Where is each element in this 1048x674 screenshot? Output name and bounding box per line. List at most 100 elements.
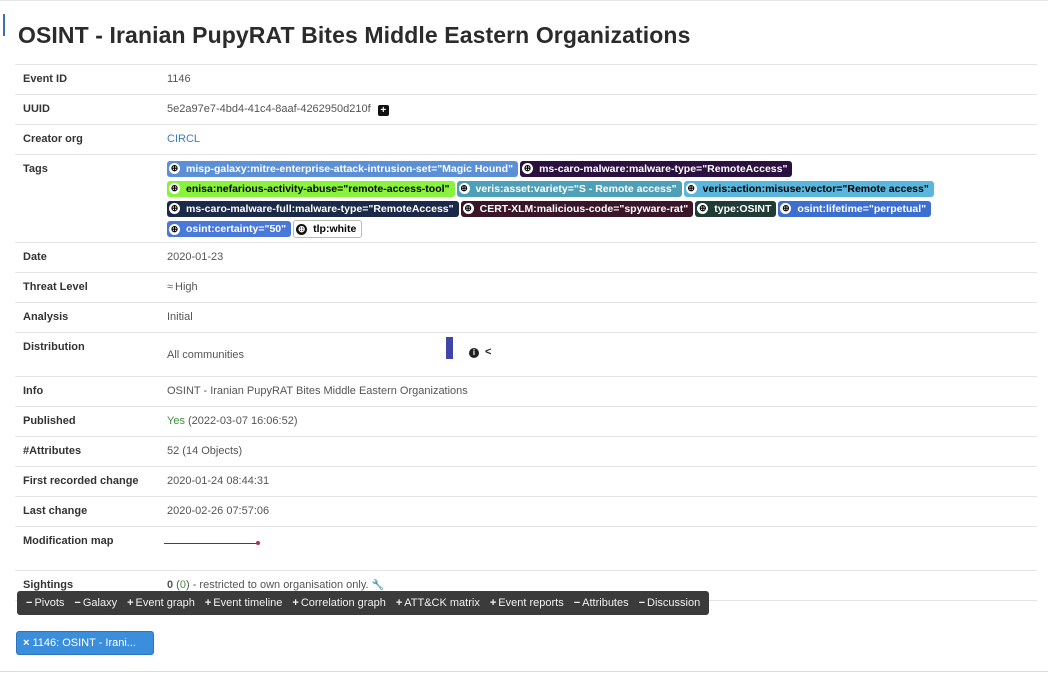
info-circle-icon[interactable]: i xyxy=(469,348,479,358)
first-change-label: First recorded change xyxy=(15,466,152,497)
modification-map-label: Modification map xyxy=(15,526,152,571)
creator-org-link[interactable]: CIRCL xyxy=(167,133,200,145)
globe-icon: ⊕ xyxy=(780,203,792,215)
plus-icon: + xyxy=(127,597,134,609)
distribution-cell: All communities i < xyxy=(152,332,1037,377)
tag-pill[interactable]: ⊕ ms-caro-malware-full:malware-type="Remo… xyxy=(167,200,459,217)
close-icon[interactable]: × xyxy=(23,637,29,649)
published-label: Published xyxy=(15,406,152,437)
tag-label: type:OSINT xyxy=(714,202,772,215)
row-creator-org: Creator org CIRCL xyxy=(15,124,1037,155)
info-value: OSINT - Iranian PupyRAT Bites Middle Eas… xyxy=(152,376,1037,407)
toolbar-button-label: Galaxy xyxy=(82,597,118,609)
toolbar-button-label: Attributes xyxy=(582,597,629,609)
toolbar-button-label: Event graph xyxy=(135,597,195,609)
top-divider xyxy=(0,0,1048,1)
tag-pill[interactable]: ⊕ veris:action:misuse:vector="Remote acce… xyxy=(683,180,934,197)
modification-map-point xyxy=(256,541,260,545)
tag-label: CERT-XLM:malicious-code="spyware-rat" xyxy=(479,202,689,215)
toolbar-button[interactable]: + Event timeline xyxy=(200,597,288,609)
published-cell: Yes (2022-03-07 16:06:52) xyxy=(152,406,1037,437)
toolbar-button[interactable]: + Correlation graph xyxy=(287,597,390,609)
toolbar-button[interactable]: − Attributes xyxy=(569,597,634,609)
event-tab-chip[interactable]: × 1146: OSINT - Irani... xyxy=(16,631,154,655)
toolbar-button[interactable]: + ATT&CK matrix xyxy=(391,597,485,609)
tag-label: misp-galaxy:mitre-enterprise-attack-intr… xyxy=(186,162,514,175)
toolbar-button-label: Pivots xyxy=(34,597,65,609)
toolbar-button[interactable]: + Event graph xyxy=(122,597,200,609)
row-published: Published Yes (2022-03-07 16:06:52) xyxy=(15,406,1037,437)
event-id-value: 1146 xyxy=(152,64,1037,95)
globe-icon: ⊕ xyxy=(697,203,709,215)
analysis-value: Initial xyxy=(152,302,1037,333)
toolbar-button[interactable]: − Galaxy xyxy=(69,597,122,609)
uuid-cell: 5e2a97e7-4bd4-41c4-8aaf-4262950d210f + xyxy=(152,94,1037,125)
date-label: Date xyxy=(15,242,152,273)
last-change-label: Last change xyxy=(15,496,152,527)
tag-pill[interactable]: ⊕ ms-caro-malware:malware-type="RemoteAcc… xyxy=(520,160,793,177)
distribution-graph-bar[interactable] xyxy=(446,337,453,359)
tag-pill[interactable]: ⊕ CERT-XLM:malicious-code="spyware-rat" xyxy=(460,200,694,217)
tag-pill[interactable]: ⊕ veris:asset:variety="S - Remote access" xyxy=(456,180,682,197)
published-value: Yes xyxy=(167,415,185,427)
row-analysis: Analysis Initial xyxy=(15,302,1037,333)
distribution-label: Distribution xyxy=(15,332,152,377)
plus-square-icon[interactable]: + xyxy=(377,105,389,116)
wrench-icon[interactable]: 🔧 xyxy=(372,580,384,591)
attributes-label: #Attributes xyxy=(15,436,152,467)
globe-icon: ⊕ xyxy=(169,183,180,195)
tag-list: ⊕ misp-galaxy:mitre-enterprise-attack-int… xyxy=(167,158,1037,241)
info-label: Info xyxy=(15,376,152,407)
plus-icon: + xyxy=(204,597,212,609)
modification-map-cell xyxy=(152,526,1037,571)
tag-pill[interactable]: ⊕ type:OSINT xyxy=(695,200,777,217)
tag-pill[interactable]: ⊕ misp-galaxy:mitre-enterprise-attack-int… xyxy=(167,160,519,177)
threat-level-value: High xyxy=(175,281,198,293)
globe-icon: ⊕ xyxy=(462,203,474,215)
tags-label: Tags xyxy=(15,154,152,243)
last-change-value: 2020-02-26 07:57:06 xyxy=(152,496,1037,527)
row-attributes: #Attributes 52 (14 Objects) xyxy=(15,436,1037,467)
threat-level-cell: ≈ High xyxy=(152,272,1037,303)
toolbar-button[interactable]: + Event reports xyxy=(485,597,569,609)
row-info: Info OSINT - Iranian PupyRAT Bites Middl… xyxy=(15,376,1037,407)
tag-pill[interactable]: ⊕ osint:certainty="50" xyxy=(167,221,292,237)
minus-icon: − xyxy=(573,597,581,609)
threat-level-label: Threat Level xyxy=(15,272,152,303)
distribution-wrap: All communities i < xyxy=(167,336,1037,366)
tag-pill[interactable]: ⊕ osint:lifetime="perpetual" xyxy=(778,200,932,217)
row-date: Date 2020-01-23 xyxy=(15,242,1037,273)
share-icon[interactable]: < xyxy=(485,346,491,358)
modification-map-line xyxy=(164,543,257,544)
tag-label: ms-caro-malware-full:malware-type="Remot… xyxy=(186,202,454,215)
tag-label: tlp:white xyxy=(313,223,357,235)
creator-org-cell: CIRCL xyxy=(152,124,1037,155)
modification-map-chart xyxy=(152,527,1037,557)
distribution-value: All communities xyxy=(167,349,245,361)
event-toolbar: − Pivots − Galaxy + Event graph + Event timelin… xyxy=(17,591,710,615)
bottom-divider xyxy=(0,671,1048,672)
row-threat-level: Threat Level ≈ High xyxy=(15,272,1037,303)
globe-icon: ⊕ xyxy=(685,183,697,195)
tag-label: ms-caro-malware:malware-type="RemoteAcce… xyxy=(539,162,788,175)
event-details-table: Event ID 1146 UUID 5e2a97e7-4bd4-41c4-8a… xyxy=(15,64,1037,601)
globe-icon: ⊕ xyxy=(458,183,470,195)
attributes-value: 52 (14 Objects) xyxy=(152,436,1037,467)
tag-pill[interactable]: ⊕ enisa:nefarious-activity-abuse="remote-… xyxy=(167,180,455,197)
analysis-label: Analysis xyxy=(15,302,152,333)
published-timestamp: (2022-03-07 16:06:52) xyxy=(188,415,298,427)
date-value: 2020-01-23 xyxy=(152,242,1037,273)
plus-icon: + xyxy=(292,597,299,609)
uuid-value: 5e2a97e7-4bd4-41c4-8aaf-4262950d210f xyxy=(167,103,371,115)
page-title: OSINT - Iranian PupyRAT Bites Middle Eas… xyxy=(18,22,691,48)
toolbar-button[interactable]: − Pivots xyxy=(21,597,69,609)
globe-icon: ⊕ xyxy=(169,163,180,175)
toolbar-button-label: ATT&CK matrix xyxy=(404,597,480,609)
row-uuid: UUID 5e2a97e7-4bd4-41c4-8aaf-4262950d210… xyxy=(15,94,1037,125)
toolbar-button[interactable]: − Discussion xyxy=(634,597,706,609)
distribution-actions: i < xyxy=(469,346,491,358)
minus-icon: − xyxy=(74,597,81,609)
tag-pill[interactable]: ⊕ tlp:white xyxy=(293,220,363,238)
globe-icon: ⊕ xyxy=(169,223,180,235)
row-event-id: Event ID 1146 xyxy=(15,64,1037,95)
